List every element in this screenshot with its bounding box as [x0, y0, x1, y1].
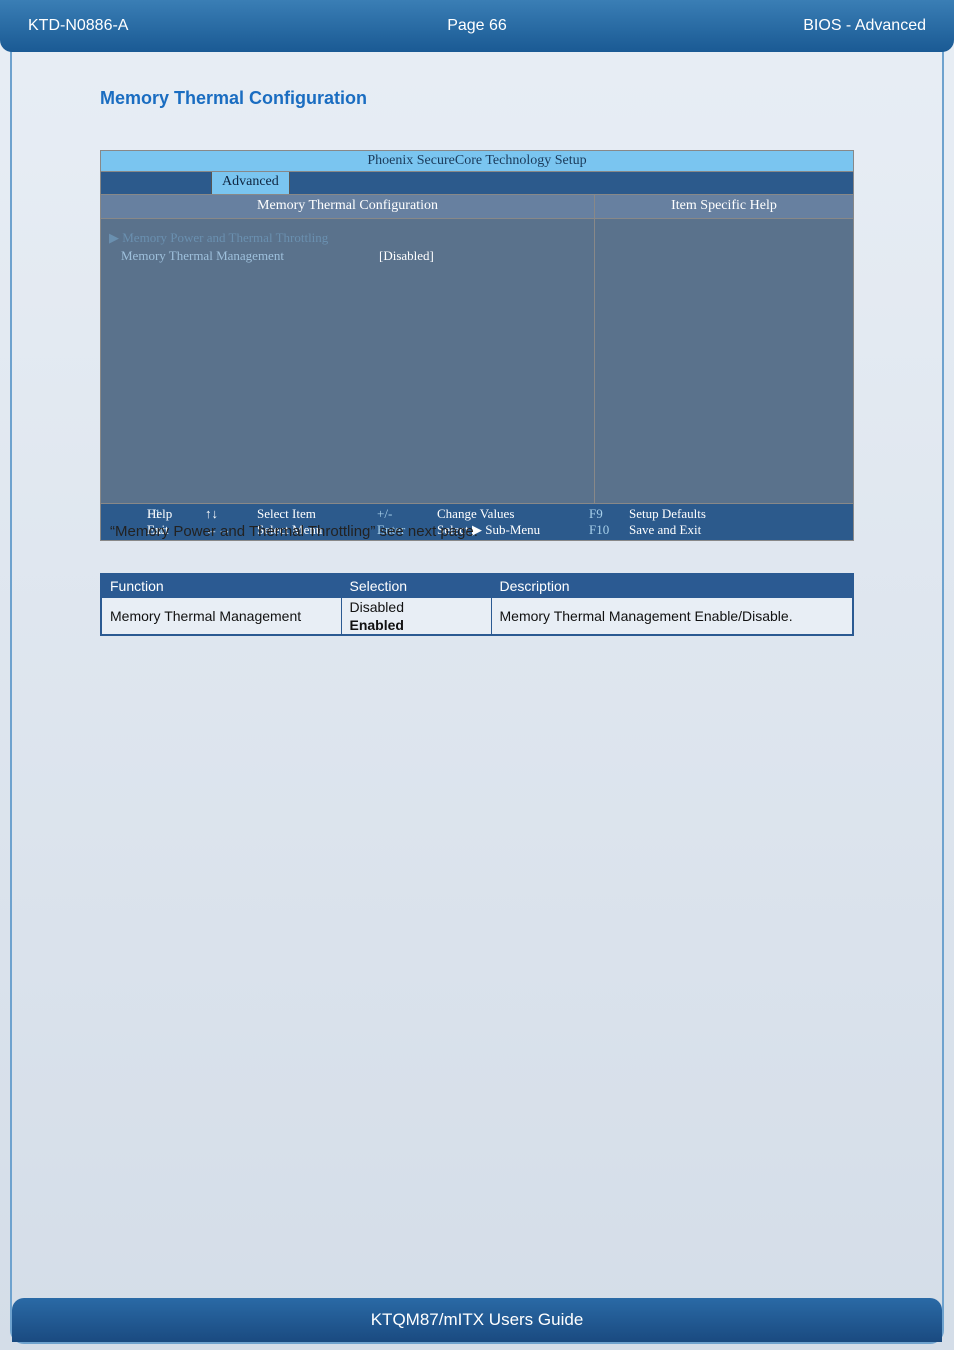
cell-selection: Disabled Enabled	[341, 598, 491, 636]
page-header: KTD-N0886-A Page 66 BIOS - Advanced	[0, 0, 954, 52]
key-plusminus: +/-	[377, 506, 437, 522]
bios-setting-value: [Disabled]	[379, 247, 434, 265]
bios-help-content	[595, 219, 853, 503]
table-row: Memory Thermal Management Disabled Enabl…	[101, 598, 853, 636]
selection-disabled: Disabled	[342, 598, 491, 616]
tab-advanced[interactable]: Advanced	[211, 172, 290, 194]
page-number: Page 66	[327, 17, 626, 35]
th-function: Function	[101, 574, 341, 598]
bios-title: Phoenix SecureCore Technology Setup	[100, 150, 854, 172]
bios-right-panel: Item Specific Help	[595, 195, 853, 503]
th-description: Description	[491, 574, 853, 598]
section-title: Memory Thermal Configuration	[100, 88, 367, 109]
label-select-item: Select Item	[257, 506, 377, 522]
bios-left-panel: Memory Thermal Configuration ▶ Memory Po…	[101, 195, 595, 503]
caption-text: “Memory Power and Thermal Throttling” se…	[110, 523, 478, 540]
page-footer: KTQM87/mITX Users Guide	[12, 1298, 942, 1342]
bios-right-heading: Item Specific Help	[595, 195, 853, 219]
bios-menu: ▶ Memory Power and Thermal Throttling Me…	[101, 219, 594, 503]
bios-submenu-item[interactable]: ▶ Memory Power and Thermal Throttling	[109, 229, 586, 247]
key-f10: F10	[589, 522, 629, 538]
label-save-exit: Save and Exit	[629, 522, 701, 538]
cell-description: Memory Thermal Management Enable/Disable…	[491, 598, 853, 636]
key-updown: ↑↓	[205, 506, 257, 522]
header-section: BIOS - Advanced	[627, 17, 926, 35]
bios-setting-label: Memory Thermal Management	[109, 247, 379, 265]
bios-body: Memory Thermal Configuration ▶ Memory Po…	[100, 194, 854, 504]
cell-function: Memory Thermal Management	[101, 598, 341, 636]
th-selection: Selection	[341, 574, 491, 598]
key-f1: F1	[107, 506, 147, 522]
bios-left-heading: Memory Thermal Configuration	[101, 195, 594, 219]
label-change-values: Change Values	[437, 506, 589, 522]
selection-enabled: Enabled	[342, 616, 491, 634]
bios-screenshot: Phoenix SecureCore Technology Setup Adva…	[100, 150, 854, 541]
bios-setting-row[interactable]: Memory Thermal Management [Disabled]	[109, 247, 586, 265]
bios-footer-row-1: F1 Help ↑↓ Select Item +/- Change Values…	[107, 506, 847, 522]
function-table: Function Selection Description Memory Th…	[100, 573, 854, 636]
bios-tab-bar: Advanced	[100, 172, 854, 194]
label-setup-defaults: Setup Defaults	[629, 506, 706, 522]
doc-id: KTD-N0886-A	[28, 17, 327, 35]
key-f9: F9	[589, 506, 629, 522]
label-help: Help	[147, 506, 205, 522]
